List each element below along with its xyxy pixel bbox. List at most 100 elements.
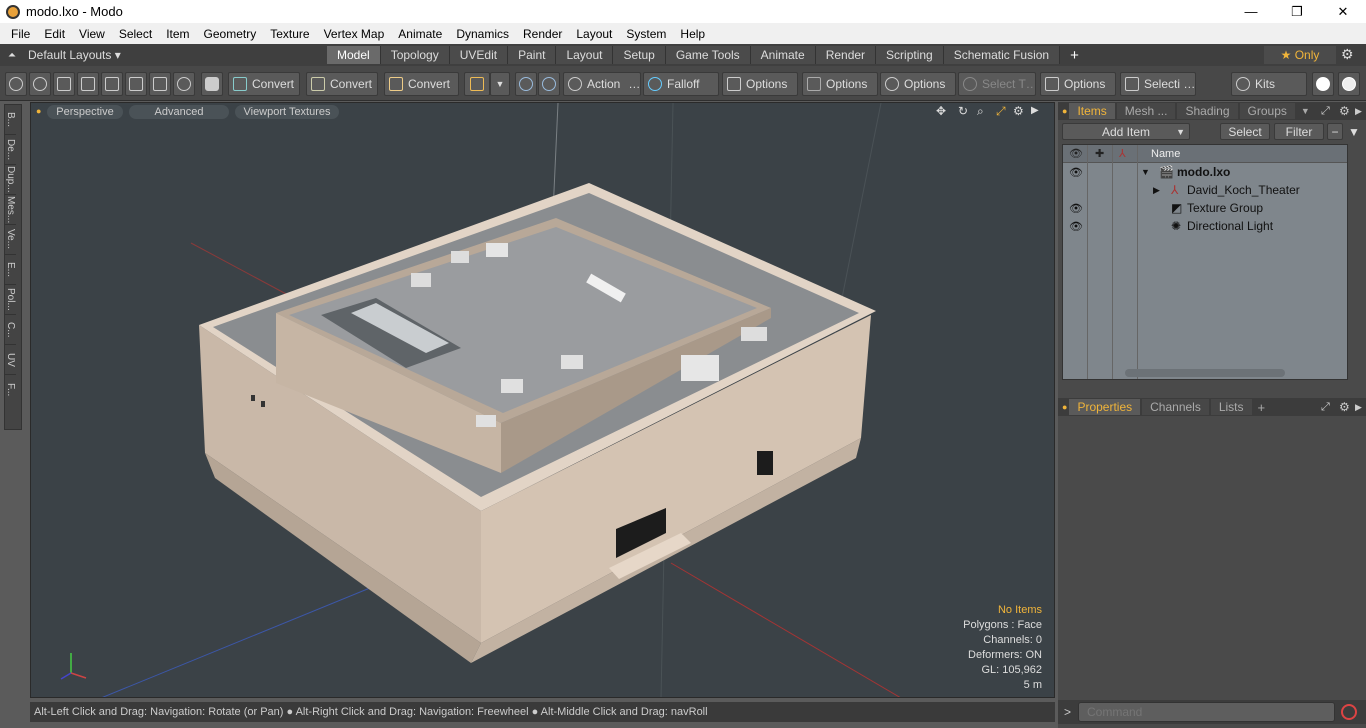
vertex-mode-button[interactable] xyxy=(5,72,27,96)
select-through-button[interactable]: Select T… xyxy=(958,72,1036,96)
left-tab-vertex[interactable]: Ve... xyxy=(5,225,16,255)
tab-topology[interactable]: Topology xyxy=(380,46,450,64)
symmetry-dropdown[interactable]: ▼ xyxy=(490,72,510,96)
menu-geometry[interactable]: Geometry xyxy=(197,27,264,41)
selection-sets-button[interactable]: Selecti … xyxy=(1120,72,1196,96)
tab-paint[interactable]: Paint xyxy=(508,46,557,64)
left-tab-basic[interactable]: B... xyxy=(5,105,16,135)
viewport-menu-arrow-icon[interactable]: ▶ xyxy=(1031,105,1039,116)
options-button-1[interactable]: Options xyxy=(722,72,798,96)
left-tab-duplicate[interactable]: Dup... xyxy=(5,165,16,195)
menu-dynamics[interactable]: Dynamics xyxy=(449,27,516,41)
options-button-3[interactable]: Options xyxy=(880,72,956,96)
tab-game-tools[interactable]: Game Tools xyxy=(665,46,751,64)
command-history-icon[interactable] xyxy=(1341,704,1357,720)
tab-animate[interactable]: Animate xyxy=(750,46,816,64)
tree-row-modo-lxo[interactable]: 👁 ▼ 🎬 modo.lxo xyxy=(1063,163,1347,181)
zoom-icon[interactable]: ⌕ xyxy=(977,104,984,119)
panel-gear-icon[interactable]: ⚙ xyxy=(1339,104,1350,118)
tab-uvedit[interactable]: UVEdit xyxy=(449,46,509,64)
layout-selector[interactable]: ⏶ Default Layouts ▾ xyxy=(8,44,121,66)
item-list-scrollbar[interactable] xyxy=(1125,369,1285,377)
convert-button-1[interactable]: Convert xyxy=(228,72,300,96)
menu-vertex-map[interactable]: Vertex Map xyxy=(317,27,392,41)
left-tab-fusion[interactable]: F... xyxy=(5,375,16,405)
action-center-button[interactable]: Action… xyxy=(563,72,641,96)
tabs-overflow-icon[interactable]: ▼ xyxy=(1301,106,1310,116)
menu-view[interactable]: View xyxy=(72,27,112,41)
options-button-4[interactable]: Options xyxy=(1040,72,1116,96)
unreal-button[interactable] xyxy=(1338,72,1360,96)
pan-icon[interactable]: ✥ xyxy=(936,104,946,118)
tab-schematic-fusion[interactable]: Schematic Fusion xyxy=(943,46,1061,64)
command-input[interactable] xyxy=(1078,702,1335,722)
tree-row-david-koch-theater[interactable]: ▶ ⅄ David_Koch_Theater xyxy=(1063,181,1347,199)
perspective-button[interactable]: Perspective xyxy=(47,105,123,119)
panel-arrow-icon[interactable]: ▶ xyxy=(1355,402,1362,413)
material-mode-button[interactable] xyxy=(149,72,171,96)
tree-row-directional-light[interactable]: 👁 ✺ Directional Light xyxy=(1063,217,1347,235)
left-tab-uv[interactable]: UV xyxy=(5,345,16,375)
shield-button-1[interactable] xyxy=(515,72,537,96)
eye-icon[interactable]: 👁 xyxy=(1069,202,1083,215)
menu-select[interactable]: Select xyxy=(112,27,159,41)
left-tab-mesh[interactable]: Mes... xyxy=(5,195,16,225)
sculpt-tool-button[interactable] xyxy=(77,72,99,96)
pen-tool-button[interactable] xyxy=(53,72,75,96)
tab-items[interactable]: Items xyxy=(1069,103,1115,119)
tab-channels[interactable]: Channels xyxy=(1142,399,1209,415)
pivot-mode-button[interactable] xyxy=(173,72,195,96)
tab-render[interactable]: Render xyxy=(815,46,877,64)
convert-button-2[interactable]: Convert xyxy=(306,72,378,96)
menu-layout[interactable]: Layout xyxy=(569,27,619,41)
maximize-viewport-icon[interactable]: ⤢ xyxy=(996,104,1006,119)
menu-edit[interactable]: Edit xyxy=(37,27,72,41)
tab-shading[interactable]: Shading xyxy=(1177,103,1238,119)
polygons-mode-button[interactable] xyxy=(125,72,147,96)
viewport-textures-button[interactable]: Viewport Textures xyxy=(235,105,339,119)
falloff-button[interactable]: Falloff xyxy=(643,72,719,96)
panel-arrow-icon[interactable]: ▶ xyxy=(1355,106,1362,117)
menu-render[interactable]: Render xyxy=(516,27,569,41)
menu-item[interactable]: Item xyxy=(159,27,196,41)
add-layout-button[interactable]: + xyxy=(1060,46,1089,64)
expand-arrow-icon[interactable]: ▼ xyxy=(1141,167,1150,177)
convert-button-3[interactable]: Convert xyxy=(384,72,459,96)
edges-mode-button[interactable] xyxy=(101,72,123,96)
unity-button[interactable] xyxy=(1312,72,1334,96)
panel-expand-icon[interactable]: ⤢ xyxy=(1321,401,1330,414)
tab-properties[interactable]: Properties xyxy=(1069,399,1141,415)
collapse-button[interactable]: − xyxy=(1327,123,1343,140)
rotate-icon[interactable]: ↻ xyxy=(958,104,968,118)
shield-button-2[interactable] xyxy=(538,72,560,96)
menu-animate[interactable]: Animate xyxy=(391,27,449,41)
left-tab-curve[interactable]: C... xyxy=(5,315,16,345)
tab-groups[interactable]: Groups xyxy=(1239,103,1295,119)
name-column-header[interactable]: Name xyxy=(1151,148,1180,160)
layout-gear-icon[interactable]: ⚙ xyxy=(1341,46,1354,63)
3d-viewport[interactable]: ● Perspective Advanced Viewport Textures… xyxy=(30,102,1055,698)
options-button-2[interactable]: Options xyxy=(802,72,878,96)
select-button[interactable]: Select xyxy=(1220,123,1270,140)
advanced-button[interactable]: Advanced xyxy=(129,105,229,119)
left-tab-edge[interactable]: E... xyxy=(5,255,16,285)
funnel-filter-button[interactable]: ▼ xyxy=(1346,123,1362,140)
kits-button[interactable]: Kits xyxy=(1231,72,1307,96)
tab-model[interactable]: Model xyxy=(327,46,381,64)
minimize-button[interactable]: — xyxy=(1228,0,1274,23)
item-mode-button[interactable] xyxy=(201,72,223,96)
maximize-button[interactable]: ❐ xyxy=(1274,0,1320,23)
left-tab-deform[interactable]: De... xyxy=(5,135,16,165)
tree-row-texture-group[interactable]: 👁 ◩ Texture Group xyxy=(1063,199,1347,217)
add-item-button[interactable]: Add Item ▼ xyxy=(1062,123,1190,140)
panel-gear-icon[interactable]: ⚙ xyxy=(1339,400,1350,414)
tab-setup[interactable]: Setup xyxy=(613,46,666,64)
tab-layout[interactable]: Layout xyxy=(556,46,614,64)
left-tab-polygon[interactable]: Pol... xyxy=(5,285,16,315)
add-tab-button[interactable]: + xyxy=(1258,400,1266,415)
globe-mode-button[interactable] xyxy=(29,72,51,96)
panel-expand-icon[interactable]: ⤢ xyxy=(1321,105,1330,118)
tab-lists[interactable]: Lists xyxy=(1210,399,1252,415)
eye-icon[interactable]: 👁 xyxy=(1069,166,1083,179)
expand-arrow-icon[interactable]: ▶ xyxy=(1153,185,1160,196)
